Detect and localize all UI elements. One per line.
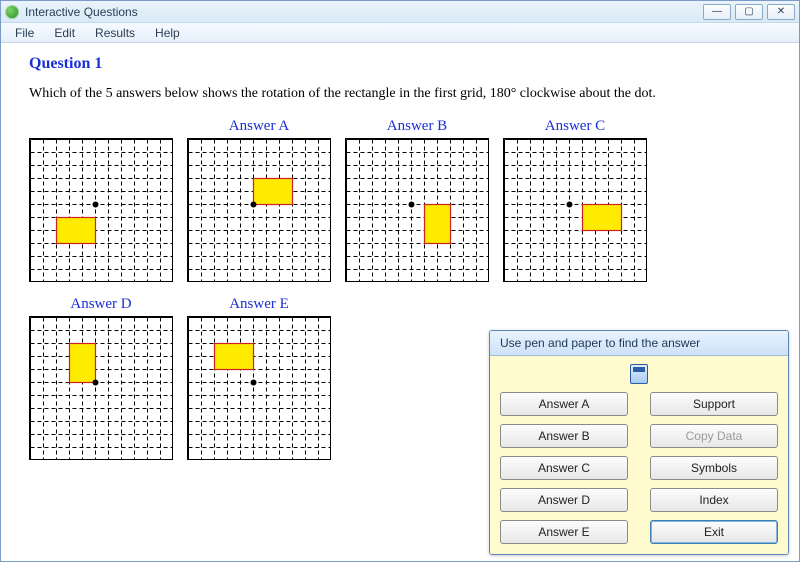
grid-label: Answer C [545,118,605,136]
rectangle-shape [254,179,293,205]
minimize-icon: — [712,6,722,17]
answer-a-button[interactable]: Answer A [500,392,628,416]
grid-answer-e: Answer E [187,296,331,460]
grid-svg [187,316,331,460]
minimize-button[interactable]: — [703,4,731,20]
app-icon [5,5,19,19]
close-button[interactable]: ✕ [767,4,795,20]
menu-edit[interactable]: Edit [44,24,85,42]
grid-answer-d: Answer D [29,296,173,460]
answer-panel: Use pen and paper to find the answer Ans… [489,330,789,555]
answer-panel-title: Use pen and paper to find the answer [490,331,788,356]
rectangle-shape [583,205,622,231]
rectangle-shape [57,218,96,244]
grid-label: Answer B [387,118,447,136]
answer-b-button[interactable]: Answer B [500,424,628,448]
rotation-dot [567,202,573,208]
close-icon: ✕ [777,6,785,17]
content-area: Question 1 Which of the 5 answers below … [1,43,799,561]
copy-data-button: Copy Data [650,424,778,448]
symbols-button[interactable]: Symbols [650,456,778,480]
question-text: Which of the 5 answers below shows the r… [29,83,771,104]
rotation-dot [93,380,99,386]
maximize-button[interactable]: ▢ [735,4,763,20]
grid-answer-b: Answer B [345,118,489,282]
answer-button-grid: Answer A Support Answer B Copy Data Answ… [500,392,778,544]
grid-svg [187,138,331,282]
maximize-icon: ▢ [744,6,753,17]
grid-svg [345,138,489,282]
grid-original [29,118,173,282]
app-window: Interactive Questions — ▢ ✕ File Edit Re… [0,0,800,562]
rectangle-shape [70,344,96,383]
rotation-dot [409,202,415,208]
rotation-dot [251,380,257,386]
grid-label: Answer A [229,118,289,136]
menu-help[interactable]: Help [145,24,190,42]
rectangle-shape [425,205,451,244]
rectangle-shape [215,344,254,370]
menu-results[interactable]: Results [85,24,145,42]
grid-svg [29,138,173,282]
calculator-icon[interactable] [630,364,648,384]
rotation-dot [251,202,257,208]
grid-label: Answer D [70,296,131,314]
support-button[interactable]: Support [650,392,778,416]
menu-file[interactable]: File [5,24,44,42]
answer-d-button[interactable]: Answer D [500,488,628,512]
question-heading: Question 1 [29,55,771,73]
titlebar: Interactive Questions — ▢ ✕ [1,1,799,23]
answer-c-button[interactable]: Answer C [500,456,628,480]
grid-svg [503,138,647,282]
window-title: Interactive Questions [25,5,699,19]
exit-button[interactable]: Exit [650,520,778,544]
grid-svg [29,316,173,460]
grid-answer-c: Answer C [503,118,647,282]
answer-panel-body: Answer A Support Answer B Copy Data Answ… [490,356,788,554]
answer-e-button[interactable]: Answer E [500,520,628,544]
calculator-row [500,364,778,384]
index-button[interactable]: Index [650,488,778,512]
grid-answer-a: Answer A [187,118,331,282]
grid-label: Answer E [229,296,289,314]
rotation-dot [93,202,99,208]
menubar: File Edit Results Help [1,23,799,43]
